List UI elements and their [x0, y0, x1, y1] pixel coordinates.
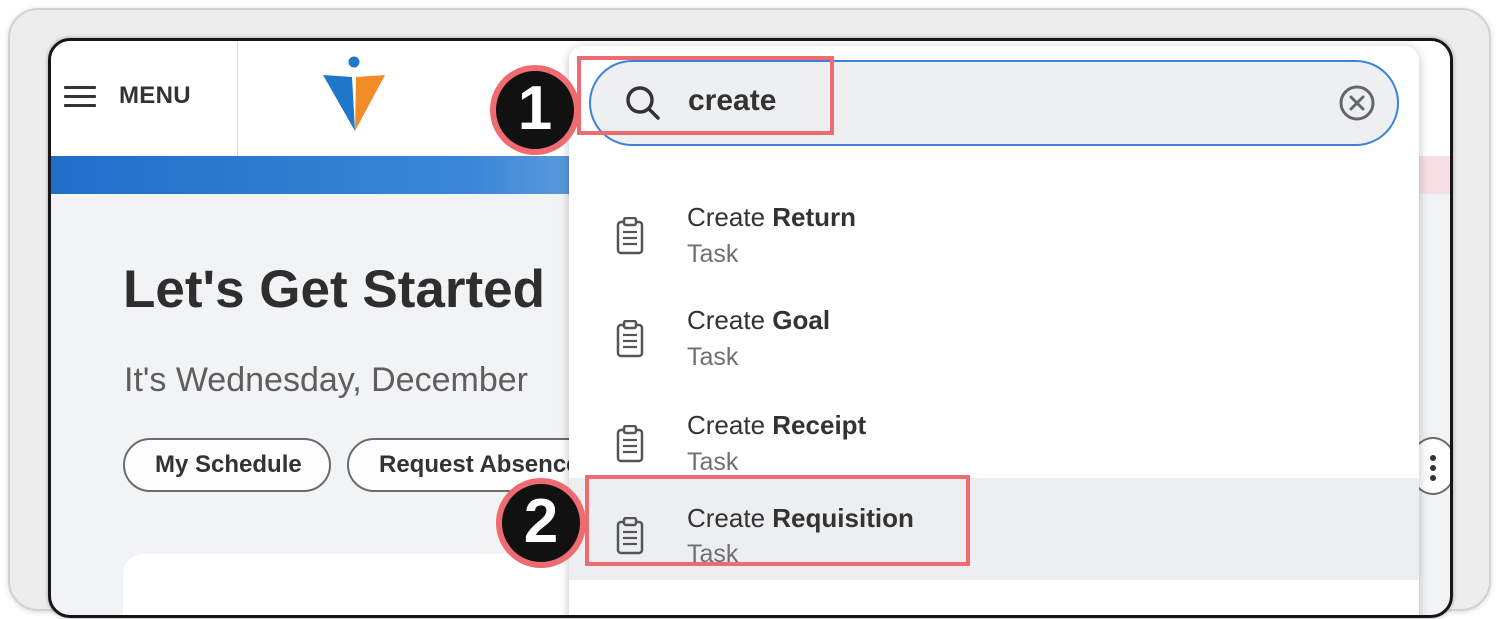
menu-button[interactable]: MENU	[51, 41, 237, 156]
clipboard-task-icon	[616, 320, 644, 358]
hamburger-icon	[64, 86, 96, 108]
header-divider	[237, 41, 238, 156]
clipboard-task-icon	[616, 217, 644, 255]
date-subtitle: It's Wednesday, December	[124, 361, 528, 399]
result-title: Create Return	[687, 202, 857, 232]
my-schedule-button[interactable]: My Schedule	[123, 438, 331, 492]
result-type: Task	[687, 343, 739, 371]
result-type: Task	[687, 448, 739, 476]
search-result-item[interactable]: Create Return Task	[569, 184, 1419, 288]
menu-label: MENU	[119, 82, 191, 109]
search-result-item[interactable]: Create Goal Task	[569, 287, 1419, 391]
workday-logo-icon[interactable]	[319, 55, 389, 133]
clipboard-task-icon	[616, 425, 644, 463]
result-title: Create Receipt	[687, 410, 867, 440]
annotation-highlight-requisition	[585, 475, 970, 566]
step-1-badge: 1	[490, 65, 580, 155]
content-card	[123, 554, 573, 615]
annotation-highlight-search	[577, 56, 834, 135]
result-title: Create Goal	[687, 305, 831, 335]
result-type: Task	[687, 240, 739, 268]
page-title: Let's Get Started	[123, 260, 545, 319]
step-2-badge: 2	[496, 478, 586, 568]
clear-search-icon[interactable]	[1337, 83, 1377, 123]
